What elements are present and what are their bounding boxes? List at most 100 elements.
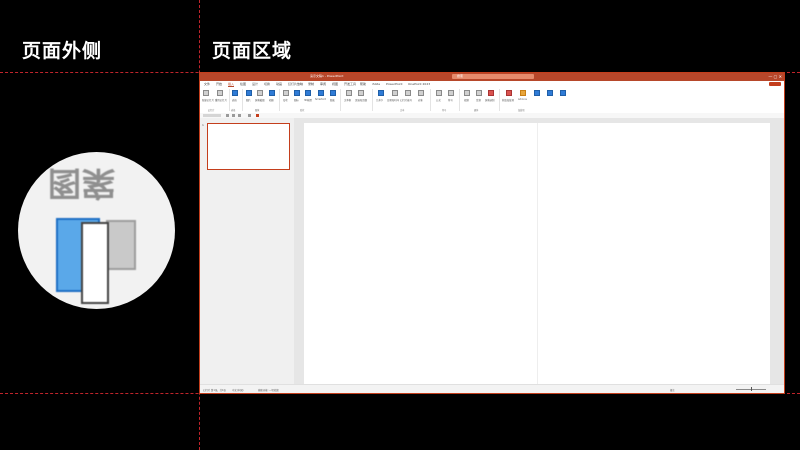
ribbon-item-reuse-slide[interactable]: 重用幻灯片 (215, 98, 227, 102)
ribbon-item-symbol[interactable]: 符号 (448, 98, 453, 102)
addins-icon[interactable] (520, 90, 526, 96)
ribbon-item-picture[interactable]: 图片 (246, 98, 251, 102)
screen-recording-icon[interactable] (488, 90, 494, 96)
icons-icon[interactable] (294, 90, 300, 96)
tab-view[interactable]: 视图 (332, 82, 338, 86)
addin-c-icon[interactable] (560, 90, 566, 96)
tab-design[interactable]: 设计 (252, 82, 258, 86)
slide-thumbnail[interactable] (207, 123, 290, 170)
symbol-icon[interactable] (448, 90, 454, 96)
ribbon-separator (279, 89, 280, 111)
ribbon-item-video[interactable]: 视频 (464, 98, 469, 102)
chart-icon[interactable] (330, 90, 336, 96)
photo-album-icon[interactable] (269, 90, 275, 96)
3d-model-icon[interactable] (305, 90, 311, 96)
slide-center-guide (537, 123, 538, 384)
ribbon-item-screenshot[interactable]: 屏幕截图 (255, 98, 265, 102)
ribbon-item-datetime[interactable]: 日期和时间 (387, 98, 399, 102)
ribbon-separator (459, 89, 460, 111)
ribbon-item-textbox[interactable]: 文本框 (344, 98, 351, 102)
ribbon-item-slide-number[interactable]: 幻灯片编号 (400, 98, 412, 102)
tab-powerpoint-addin[interactable]: PowerPoint (386, 82, 403, 86)
object-icon[interactable] (418, 90, 424, 96)
addin-a-icon[interactable] (534, 90, 540, 96)
shapes-icon[interactable] (283, 90, 289, 96)
ribbon-item-table[interactable]: 表格 (232, 98, 237, 102)
tab-developer[interactable]: 开发工具 (344, 82, 356, 86)
ribbon-group-addins: 加载项 (518, 109, 525, 112)
status-bar: 幻灯片 第1张，共1张 中文(中国) 辅助功能: 一切就绪 备注 (200, 384, 784, 393)
ribbon-item-object[interactable]: 对象 (418, 98, 423, 102)
language-indicator[interactable]: 中文(中国) (232, 388, 243, 392)
italic-icon[interactable] (232, 114, 235, 117)
slide-info: 幻灯片 第1张，共1张 (203, 389, 226, 392)
get-addins-icon[interactable] (506, 90, 512, 96)
ribbon-item-3d[interactable]: 3D模型 (304, 98, 312, 102)
new-slide-icon[interactable] (203, 90, 209, 96)
powerpoint-window: 演示文稿1 - PowerPoint 搜索 — ▢ ✕ 文件 开始 插入 绘图 … (199, 72, 785, 394)
ribbon-item-new-slide[interactable]: 新建幻灯片 (202, 98, 214, 102)
tab-onepoint[interactable]: OnePoint 2023 (408, 82, 430, 86)
smartart-icon[interactable] (318, 90, 324, 96)
tab-animations[interactable]: 动画 (276, 82, 282, 86)
align-icon[interactable] (248, 114, 251, 117)
center-page-shape (81, 222, 109, 304)
ribbon-separator (229, 89, 230, 111)
ribbon-item-audio[interactable]: 音频 (476, 98, 481, 102)
ribbon-item-screen-recording[interactable]: 屏幕录制 (485, 98, 495, 102)
ribbon-group-text: 文本 (400, 109, 405, 112)
header-footer-icon[interactable] (358, 90, 364, 96)
outside-label: 页面外侧 (22, 40, 103, 62)
tab-review[interactable]: 审阅 (320, 82, 326, 86)
ribbon-item-album[interactable]: 相册 (269, 98, 274, 102)
window-controls[interactable]: — ▢ ✕ (768, 74, 782, 79)
tab-islide[interactable]: iSlide (372, 82, 380, 86)
table-icon[interactable] (232, 90, 238, 96)
tab-slideshow[interactable]: 幻灯片放映 (288, 82, 303, 86)
ribbon-item-wordart[interactable]: 艺术字 (376, 98, 383, 102)
zoom-slider-knob[interactable] (751, 387, 752, 391)
ribbon-separator (340, 89, 341, 111)
ribbon-item-smartart[interactable]: SmartArt (315, 98, 326, 101)
search-placeholder: 搜索 (457, 74, 464, 78)
underline-icon[interactable] (238, 114, 241, 117)
ribbon-item-shapes[interactable]: 形状 (283, 98, 288, 102)
addin-b-icon[interactable] (547, 90, 553, 96)
audio-icon[interactable] (476, 90, 482, 96)
notes-button[interactable]: 备注 (670, 388, 675, 392)
search-box[interactable]: 搜索 (452, 74, 534, 79)
tab-home[interactable]: 开始 (216, 82, 222, 86)
textbox-icon[interactable] (346, 90, 352, 96)
ribbon-item-header-footer[interactable]: 页眉和页脚 (355, 98, 367, 102)
thumbnail-number: 1 (202, 123, 204, 127)
bold-icon[interactable] (226, 114, 229, 117)
ribbon-item-addins[interactable]: Add-ins (518, 98, 527, 101)
reuse-slide-icon[interactable] (217, 90, 223, 96)
ribbon-separator (430, 89, 431, 111)
ribbon-separator (499, 89, 500, 111)
window-title: 演示文稿1 - PowerPoint (310, 74, 344, 78)
picture-icon[interactable] (246, 90, 252, 96)
ribbon-item-chart[interactable]: 图表 (330, 98, 335, 102)
slide-number-icon[interactable] (405, 90, 411, 96)
bottom-guide-line (0, 393, 800, 394)
color-icon[interactable] (256, 114, 259, 117)
tab-draw[interactable]: 绘图 (240, 82, 246, 86)
screenshot-icon[interactable] (257, 90, 263, 96)
video-icon[interactable] (464, 90, 470, 96)
accessibility-status[interactable]: 辅助功能: 一切就绪 (258, 388, 279, 392)
ribbon-item-equation[interactable]: 公式 (436, 98, 441, 102)
wordart-icon[interactable] (378, 90, 384, 96)
tab-record[interactable]: 录制 (308, 82, 314, 86)
equation-icon[interactable] (436, 90, 442, 96)
ribbon-group-slides: 幻灯片 (208, 109, 215, 112)
ribbon-item-icons[interactable]: 图标 (294, 98, 299, 102)
ribbon-group-shapes: 形状 (300, 109, 305, 112)
tab-transitions[interactable]: 切换 (264, 82, 270, 86)
share-button[interactable] (769, 82, 781, 86)
tab-help[interactable]: 帮助 (360, 82, 366, 86)
tab-file[interactable]: 文件 (204, 82, 210, 86)
datetime-icon[interactable] (392, 90, 398, 96)
font-picker-icon[interactable] (203, 114, 221, 117)
ribbon-item-get-addins[interactable]: 获取加载项 (502, 98, 514, 102)
